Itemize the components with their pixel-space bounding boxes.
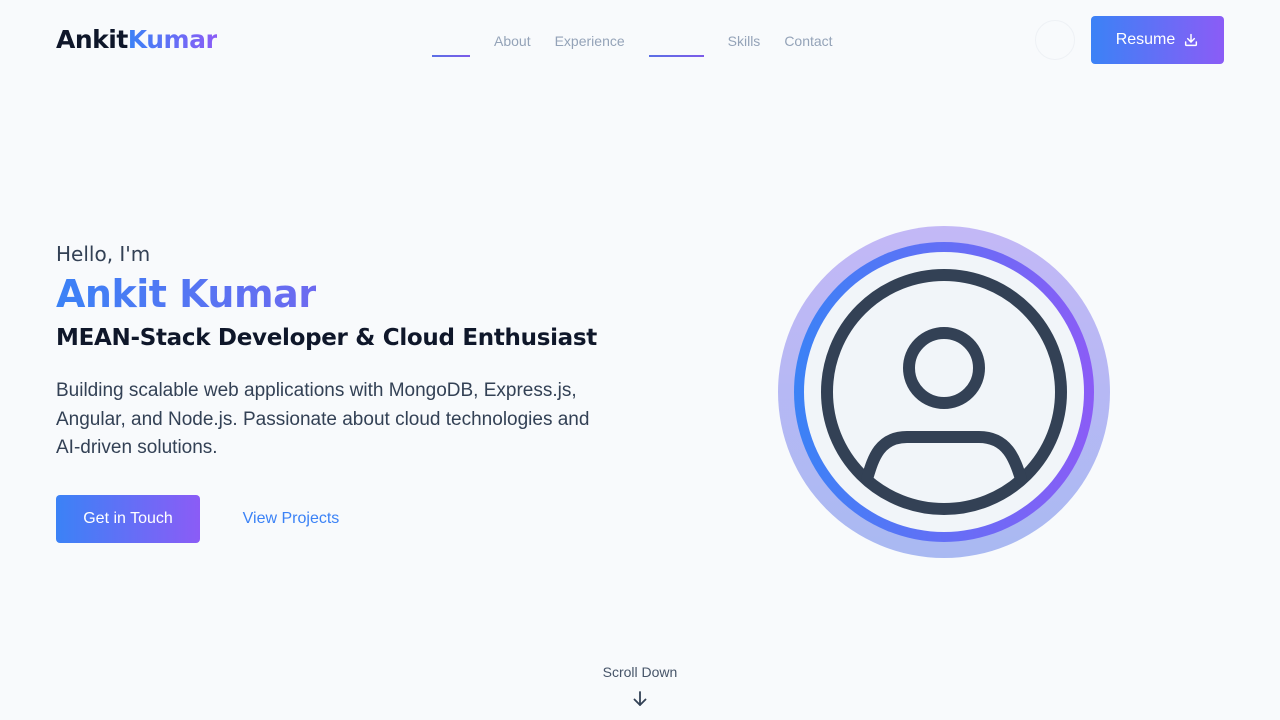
nav-item-experience[interactable]: Experience	[555, 24, 625, 58]
nav-item-contact[interactable]: Contact	[784, 24, 832, 58]
scroll-down-label: Scroll Down	[602, 664, 678, 680]
get-in-touch-button[interactable]: Get in Touch	[56, 495, 200, 543]
hero-description: Building scalable web applications with …	[56, 380, 590, 458]
portfolio-page: AnkitKumar About Experience Skills Conta…	[0, 0, 1280, 720]
nav-item-home[interactable]	[432, 24, 470, 58]
profile-avatar	[778, 226, 1110, 558]
hero-greeting: Hello, I'm	[56, 242, 151, 266]
main-nav: About Experience Skills Contact	[432, 24, 857, 58]
download-icon	[1185, 33, 1198, 47]
view-projects-button[interactable]: View Projects	[224, 495, 358, 543]
nav-item-skills[interactable]: Skills	[728, 24, 761, 58]
hero-name: Ankit Kumar	[56, 272, 317, 316]
site-logo[interactable]: AnkitKumar	[56, 24, 218, 56]
logo-last-name: Kumar	[127, 25, 218, 54]
logo-first-name: Ankit	[56, 25, 128, 54]
resume-download-button[interactable]: Resume	[1091, 16, 1224, 64]
user-profile-icon	[821, 269, 1067, 515]
nav-item-projects[interactable]	[648, 24, 704, 58]
theme-toggle-button[interactable]	[1035, 20, 1075, 60]
avatar-inner	[804, 252, 1084, 532]
nav-item-about[interactable]: About	[494, 24, 531, 58]
site-header: AnkitKumar About Experience Skills Conta…	[0, 0, 1280, 80]
hero-role: MEAN-Stack Developer & Cloud Enthusiast	[56, 325, 597, 351]
arrow-down-icon	[633, 691, 647, 706]
avatar-ring	[794, 242, 1094, 542]
resume-label: Resume	[1115, 31, 1176, 48]
scroll-down-link[interactable]: Scroll Down	[590, 662, 690, 712]
